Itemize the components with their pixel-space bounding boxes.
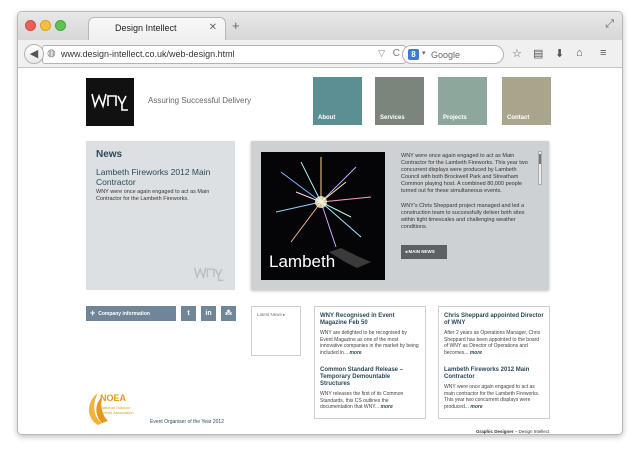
title-bar: Design Intellect ✕ + ⤢ [18,12,622,40]
news-card-text: After 2 years as Operations Manager, Chr… [444,330,544,356]
search-bar[interactable]: 8 ▾ Google [402,45,504,64]
wny-logo-mark [91,93,128,111]
more-link[interactable]: more [470,404,482,410]
linkedin-icon[interactable]: in [201,306,216,321]
latest-news-label[interactable]: Latest News ▸ [257,312,285,318]
reload-icon[interactable]: C [393,48,400,59]
back-button[interactable]: ◀ [24,44,44,64]
news-card-text: WNY are delighted to be recognised by Ev… [320,330,420,356]
new-tab-button[interactable]: + [232,18,240,33]
nav-about[interactable]: About [313,77,362,125]
news-title[interactable]: Lambeth Fireworks 2012 Main Contractor [96,167,226,187]
url-text[interactable]: www.design-intellect.co.uk/web-design.ht… [61,49,235,59]
share-icon[interactable]: ⁂ [221,306,236,321]
news-card: WNY Recognised in Event Magazine Feb 50 … [314,306,426,419]
fireworks-image: Lambeth [261,152,385,280]
footer-role: Graphic Designer [476,429,514,434]
feature-image-label: Lambeth [269,252,336,271]
bookmarks-list-icon[interactable]: ▤ [533,47,543,60]
feature-paragraph-1: WNY were once again engaged to act as Ma… [401,153,528,194]
nav-label: Contact [507,115,530,121]
news-card-text: WNY releases the first of its Common Sta… [320,391,420,411]
search-placeholder[interactable]: Google [431,50,460,60]
globe-icon: ◍ [47,48,56,59]
news-card-title[interactable]: Common Standard Release – Temporary Demo… [320,367,420,388]
news-text: WNY were once again engaged to act as Ma… [96,189,210,202]
search-engine-icon[interactable]: 8 [408,49,419,60]
news-card-summary: WNY were once again engaged to act as ma… [444,384,540,410]
nav-label: About [318,115,336,121]
news-card-text: WNY were once again engaged to act as ma… [444,384,544,410]
company-information-button[interactable]: + Company information [86,306,176,321]
bookmark-star-icon[interactable]: ☆ [512,47,522,60]
fullscreen-icon[interactable]: ⤢ [605,18,614,31]
zoom-window-button[interactable] [55,20,66,31]
back-arrow-icon: ◀ [29,48,39,60]
feature-scrollbar[interactable] [538,151,542,185]
navigation-toolbar: ◍ www.design-intellect.co.uk/web-design.… [18,40,622,68]
browser-tab[interactable]: Design Intellect ✕ [88,17,226,40]
plus-icon: + [90,308,96,318]
browser-window: Design Intellect ✕ + ⤢ ◍ www.design-inte… [17,11,623,435]
wny-watermark-icon [193,267,224,282]
nav-services[interactable]: Services [375,77,424,125]
menu-icon[interactable]: ≡ [600,47,606,59]
award-text: Event Organiser of the Year 2012 [150,419,224,425]
close-window-button[interactable] [25,20,36,31]
scrollbar-thumb[interactable] [539,154,541,164]
news-heading: News [96,149,123,160]
feature-paragraph-2: WNY's Chris Sheppard project managed and… [401,203,525,230]
news-card-summary: WNY are delighted to be recognised by Ev… [320,330,419,356]
noea-subtitle: National Outdoor Events Association [100,405,134,415]
footer-credit: Graphic Designer – Design Intellect [476,429,549,434]
web-page: Assuring Successful Delivery About Servi… [18,69,622,434]
home-icon[interactable]: ⌂ [576,47,583,59]
company-button-label: Company information [98,311,150,317]
latest-news-box: Latest News ▸ [251,306,301,356]
tab-close-icon[interactable]: ✕ [209,22,217,33]
noea-name: NOEA [100,393,127,403]
news-card-title[interactable]: WNY Recognised in Event Magazine Feb 50 [320,313,420,327]
nav-projects[interactable]: Projects [438,77,487,125]
nav-label: Projects [443,115,467,121]
nav-contact[interactable]: Contact [502,77,551,125]
wny-logo[interactable] [86,78,134,126]
url-bar[interactable]: ◍ www.design-intellect.co.uk/web-design.… [42,45,406,64]
more-link[interactable]: more [470,350,482,356]
tab-title: Design Intellect [115,23,177,33]
dropdown-arrow-icon[interactable]: ▽ [378,48,385,59]
nav-label: Services [380,115,405,121]
news-card-title[interactable]: Chris Sheppard appointed Director of WNY [444,313,544,327]
search-engine-dropdown-icon[interactable]: ▾ [422,49,426,57]
footer-company-link[interactable]: Design Intellect [519,429,550,434]
twitter-icon[interactable]: t [181,306,196,321]
minimize-window-button[interactable] [40,20,51,31]
more-link[interactable]: more [349,350,361,356]
news-card: Chris Sheppard appointed Director of WNY… [438,306,550,419]
more-link[interactable]: more [381,404,393,410]
featured-news-panel: Lambeth WNY were once again engaged to a… [251,141,549,290]
news-panel: News Lambeth Fireworks 2012 Main Contrac… [86,141,235,290]
news-card-title[interactable]: Lambeth Fireworks 2012 Main Contractor [444,367,544,381]
news-card-summary: After 2 years as Operations Manager, Chr… [444,330,541,356]
main-news-button[interactable]: ◂ MAIN NEWS [401,245,447,259]
download-icon[interactable]: ⬇ [555,47,564,60]
tagline: Assuring Successful Delivery [148,96,252,105]
